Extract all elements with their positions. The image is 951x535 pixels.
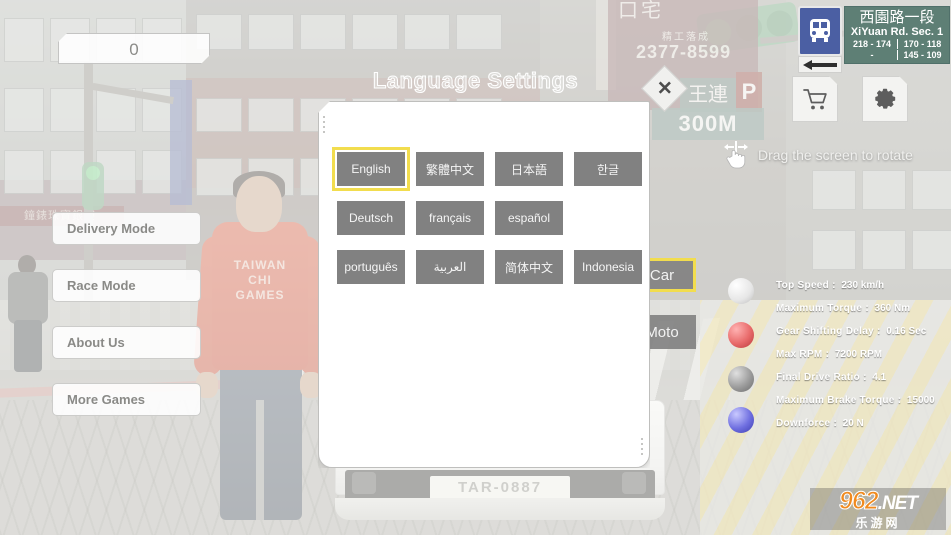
stat-row: Top Speed : 230 km/h <box>776 280 884 291</box>
bus-stop-sign <box>798 6 842 56</box>
stat-row: Maximum Torque : 360 Nm <box>776 303 910 314</box>
street-sign-range-left-2: - <box>870 50 874 60</box>
language-label: Deutsch <box>348 211 394 225</box>
vehicle-button-label: Car <box>649 266 675 284</box>
language-button-indonesian[interactable]: Indonesia <box>574 250 642 284</box>
stat-value: 15000 <box>906 395 935 406</box>
menu-item-race-mode[interactable]: Race Mode <box>52 269 201 302</box>
main-menu: Delivery Mode Race Mode About Us More Ga… <box>52 212 201 440</box>
menu-item-about-us[interactable]: About Us <box>52 326 201 359</box>
street-sign-range-right: 170 - 118 <box>897 39 947 49</box>
street-name-sign: 西園路一段 XiYuan Rd. Sec. 1 218 - 174 170 - … <box>844 6 950 64</box>
vehicle-button-label: Moto <box>645 323 679 341</box>
stat-value: 7200 RPM <box>834 349 883 360</box>
stat-label: Maximum Brake Torque : <box>776 395 902 406</box>
language-label: 简体中文 <box>504 260 553 275</box>
stat-row: Final Drive Ratio : 4.1 <box>776 372 886 383</box>
site-watermark: 962 .NET 乐游网 <box>810 487 946 530</box>
language-button-japanese[interactable]: 日本語 <box>495 152 563 186</box>
language-settings-dialog: English 繁體中文 日本語 한글 Deutsch français esp… <box>318 101 650 468</box>
stat-value: 20 N <box>842 418 864 429</box>
language-label: 日本語 <box>510 162 547 177</box>
language-label: Indonesia <box>581 260 635 274</box>
language-label: English <box>351 162 391 176</box>
language-button-traditional-chinese[interactable]: 繁體中文 <box>416 152 484 186</box>
stat-label: Max RPM : <box>776 349 830 360</box>
menu-item-label: More Games <box>67 392 146 407</box>
corner-dots-top-left <box>323 116 326 133</box>
language-grid: English 繁體中文 日本語 한글 Deutsch français esp… <box>332 147 642 284</box>
street-sign-english: XiYuan Rd. Sec. 1 <box>850 26 944 38</box>
menu-item-label: About Us <box>67 335 125 350</box>
watermark-number: 962 <box>839 487 880 516</box>
language-label: español <box>507 211 551 225</box>
vehicle-stats-panel: Top Speed : 230 km/h Maximum Torque : 36… <box>716 270 951 433</box>
stat-value: 4.1 <box>872 372 887 383</box>
language-label: 繁體中文 <box>425 162 474 177</box>
street-sign-range-right-2: 145 - 109 <box>897 50 947 60</box>
menu-item-label: Race Mode <box>67 278 136 293</box>
stat-label: Maximum Torque : <box>776 303 869 314</box>
language-button-french[interactable]: français <box>416 201 484 235</box>
watermark-top: 962 .NET <box>839 487 919 516</box>
score-counter: 0 <box>58 33 210 64</box>
street-sign-ranges-2: - 145 - 109 <box>845 49 949 60</box>
menu-item-delivery-mode[interactable]: Delivery Mode <box>52 212 201 245</box>
menu-item-more-games[interactable]: More Games <box>52 383 201 416</box>
language-button-portuguese[interactable]: português <box>337 250 405 284</box>
drag-hand-icon <box>724 141 748 169</box>
language-button-arabic[interactable]: العربية <box>416 250 484 284</box>
language-button-simplified-chinese[interactable]: 简体中文 <box>495 250 563 284</box>
watermark-chinese: 乐游网 <box>855 516 901 530</box>
stat-label: Gear Shifting Delay : <box>776 326 881 337</box>
language-label: 한글 <box>596 162 620 177</box>
page-title: Language Settings <box>372 68 579 94</box>
drag-hint: Drag the screen to rotate <box>722 140 913 170</box>
stat-label: Final Drive Ratio : <box>776 372 867 383</box>
close-icon: ✕ <box>656 77 673 99</box>
drag-hint-label: Drag the screen to rotate <box>758 147 913 163</box>
menu-item-label: Delivery Mode <box>67 221 156 236</box>
stat-row: Downforce : 20 N <box>776 418 864 429</box>
language-label: français <box>428 211 472 225</box>
stat-ball-red <box>728 322 754 348</box>
street-sign-ranges: 218 - 174 170 - 118 <box>845 38 949 49</box>
stat-value: 230 km/h <box>841 280 885 291</box>
bus-icon <box>810 19 830 42</box>
stat-row: Maximum Brake Torque : 15000 <box>776 395 935 406</box>
language-label: português <box>344 260 398 274</box>
stat-value: 0.16 Sec <box>886 326 927 337</box>
stat-ball-white <box>728 278 754 304</box>
corner-dots-bottom-right <box>641 438 644 455</box>
watermark-domain: .NET <box>877 493 918 514</box>
stat-ball-blue <box>728 407 754 433</box>
stat-value: 360 Nm <box>874 303 911 314</box>
stat-ball-gray <box>728 366 754 392</box>
stat-label: Top Speed : <box>776 280 836 291</box>
stat-label: Downforce : <box>776 418 838 429</box>
stat-row: Gear Shifting Delay : 0.16 Sec <box>776 326 926 337</box>
stat-row: Max RPM : 7200 RPM <box>776 349 882 360</box>
language-button-spanish[interactable]: español <box>495 201 563 235</box>
street-sign-range-left: 218 - 174 <box>852 39 892 49</box>
language-button-german[interactable]: Deutsch <box>337 201 405 235</box>
language-button-english[interactable]: English <box>332 147 410 191</box>
street-sign-chinese: 西園路一段 <box>859 9 935 26</box>
language-label: العربية <box>433 260 467 274</box>
language-button-korean[interactable]: 한글 <box>574 152 642 186</box>
